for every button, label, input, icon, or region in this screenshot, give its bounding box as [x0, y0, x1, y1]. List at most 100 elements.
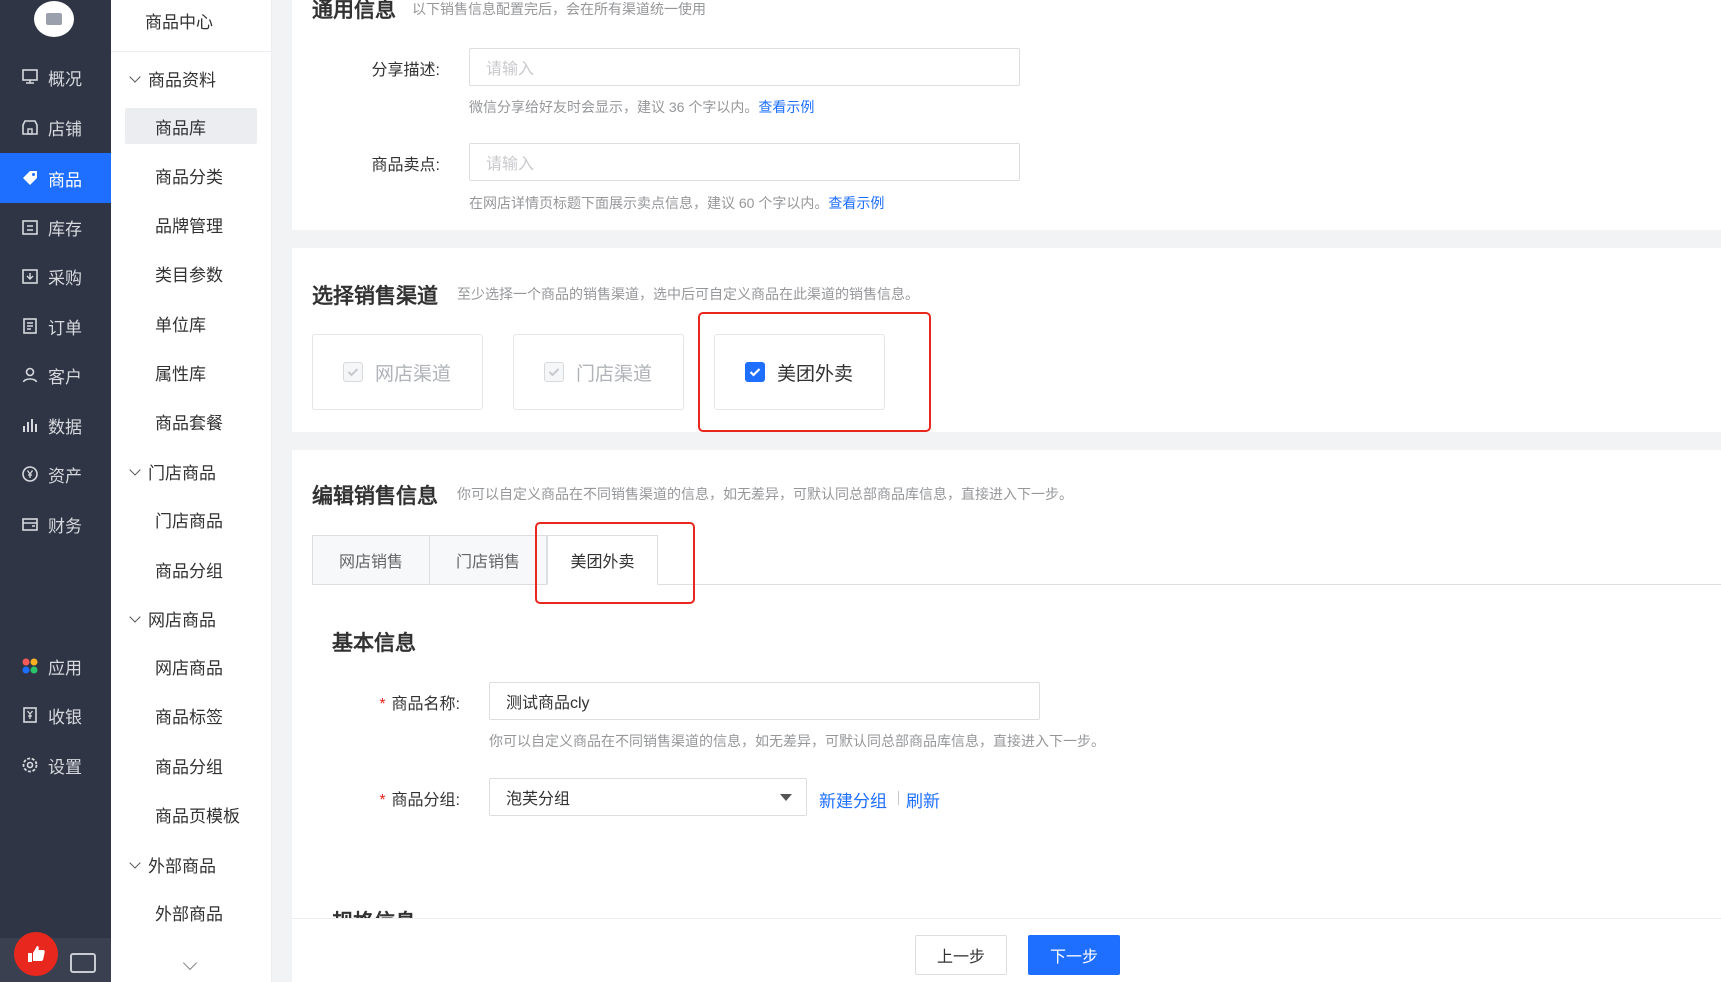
nav-item-label: 库存: [48, 219, 82, 239]
tag-icon: [20, 168, 40, 188]
dashboard-icon: [20, 67, 40, 87]
subnav-group-online-goods[interactable]: 网店商品: [127, 606, 216, 631]
nav-item-orders[interactable]: 订单: [0, 303, 111, 349]
nav-item-customers[interactable]: 客户: [0, 352, 111, 398]
section-title-channels: 选择销售渠道: [312, 285, 438, 308]
goods-name-hint: 你可以自定义商品在不同销售渠道的信息，如无差异，可默认同总部商品库信息，直接进入…: [489, 733, 1105, 749]
next-step-button[interactable]: 下一步: [1028, 935, 1120, 975]
wallet-icon: [20, 514, 40, 534]
nav-item-data[interactable]: 数据: [0, 402, 111, 448]
subnav-group-store-goods[interactable]: 门店商品: [127, 459, 216, 484]
nav-item-goods[interactable]: 商品: [0, 153, 111, 203]
chart-icon: [20, 415, 40, 435]
selling-point-input[interactable]: 请输入: [469, 143, 1020, 181]
nav-item-store[interactable]: 店铺: [0, 104, 111, 150]
basic-info-title: 基本信息: [332, 632, 416, 655]
nav-item-label: 概况: [48, 69, 82, 89]
highlight-box: [535, 522, 695, 604]
subnav-item-goods-category[interactable]: 商品分类: [125, 157, 257, 193]
nav-item-label: 订单: [48, 318, 82, 338]
nav-item-purchase[interactable]: 采购: [0, 253, 111, 299]
subnav-item-store-groups[interactable]: 商品分组: [125, 551, 257, 587]
refresh-link[interactable]: 刷新: [906, 787, 940, 812]
goods-name-label: * 商品名称:: [300, 690, 460, 714]
tab-divider: [312, 584, 1721, 585]
nav-item-label: 客户: [48, 367, 82, 387]
chevron-down-icon: [129, 856, 141, 869]
subnav-item-store-goods[interactable]: 门店商品: [125, 501, 257, 537]
subnav-title: 商品中心: [145, 13, 213, 32]
subnav-item-attributes[interactable]: 属性库: [125, 354, 257, 390]
prev-step-button[interactable]: 上一步: [915, 935, 1007, 975]
subnav-item-goods-library[interactable]: 商品库: [125, 108, 257, 144]
subnav-item-page-template[interactable]: 商品页模板: [125, 796, 257, 832]
gear-icon: [20, 755, 40, 775]
tab-store-sales[interactable]: 门店销售: [429, 535, 547, 585]
nav-item-label: 财务: [48, 516, 82, 536]
cashier-icon: [20, 705, 40, 725]
apps-icon: [20, 656, 40, 676]
view-example-link[interactable]: 查看示例: [828, 195, 884, 211]
view-example-link[interactable]: 查看示例: [758, 99, 814, 115]
label-text: 商品名称:: [391, 696, 460, 713]
chat-icon[interactable]: [70, 953, 96, 973]
nav-item-overview[interactable]: 概况: [0, 54, 111, 100]
goods-group-select[interactable]: 泡芙分组: [489, 778, 807, 816]
warehouse-icon: [20, 217, 40, 237]
yen-circle-icon: [20, 464, 40, 484]
thumbs-up-icon[interactable]: [14, 932, 58, 976]
subnav-group-label: 外部商品: [148, 857, 216, 876]
subnav-group-label: 网店商品: [148, 611, 216, 630]
general-info-card: 通用信息 以下销售信息配置完后，会在所有渠道统一使用 分享描述: 请输入 微信分…: [292, 0, 1721, 230]
section-title-edit: 编辑销售信息: [312, 485, 438, 508]
channel-online-store[interactable]: 网店渠道: [312, 334, 483, 410]
subnav-group-goods-data[interactable]: 商品资料: [127, 66, 216, 91]
nav-item-assets[interactable]: 资产: [0, 451, 111, 497]
store-logo[interactable]: [34, 1, 74, 37]
channel-label: 网店渠道: [375, 363, 452, 385]
tab-online-sales[interactable]: 网店销售: [312, 535, 430, 585]
secondary-nav: 商品中心 商品资料 商品库 商品分类 品牌管理 类目参数 单位库 属性库 商品套…: [111, 0, 272, 982]
channel-label: 门店渠道: [576, 363, 653, 385]
hint-text: 在网店详情页标题下面展示卖点信息，建议 60 个字以内。: [469, 195, 829, 211]
nav-item-label: 商品: [48, 170, 82, 190]
caret-down-icon: [780, 794, 792, 801]
subnav-item-goods-tags[interactable]: 商品标签: [125, 697, 257, 733]
subnav-item-units[interactable]: 单位库: [125, 305, 257, 341]
hint-text: 微信分享给好友时会显示，建议 36 个字以内。: [469, 99, 759, 115]
new-group-link[interactable]: 新建分组: [819, 787, 887, 812]
chevron-down-icon[interactable]: [182, 955, 198, 971]
checkbox-checked-icon: [544, 362, 564, 382]
spec-info-title: 规格信息: [332, 902, 416, 918]
sales-channel-card: [292, 248, 1721, 432]
goods-name-input[interactable]: 测试商品cly: [489, 682, 1040, 720]
subnav-group-external-goods[interactable]: 外部商品: [127, 852, 216, 877]
section-title-general: 通用信息: [312, 0, 396, 22]
nav-item-cashier[interactable]: 收银: [0, 692, 111, 738]
subnav-item-category-params[interactable]: 类目参数: [125, 255, 257, 291]
checkbox-checked-icon: [343, 362, 363, 382]
required-asterisk: *: [379, 792, 386, 809]
nav-item-label: 收银: [48, 707, 82, 727]
nav-item-apps[interactable]: 应用: [0, 643, 111, 689]
share-desc-label: 分享描述:: [371, 62, 440, 79]
subnav-item-external-goods[interactable]: 外部商品: [125, 894, 257, 930]
divider: [111, 51, 272, 52]
subnav-item-online-goods[interactable]: 网店商品: [125, 648, 257, 684]
subnav-item-bundles[interactable]: 商品套餐: [125, 403, 257, 439]
channel-physical-store[interactable]: 门店渠道: [513, 334, 684, 410]
share-desc-input[interactable]: 请输入: [469, 48, 1020, 86]
highlight-box: [698, 312, 931, 432]
share-desc-hint: 微信分享给好友时会显示，建议 36 个字以内。查看示例: [469, 97, 814, 117]
nav-item-finance[interactable]: 财务: [0, 501, 111, 547]
nav-item-inventory[interactable]: 库存: [0, 204, 111, 250]
nav-item-label: 资产: [48, 466, 82, 486]
subnav-item-brand[interactable]: 品牌管理: [125, 206, 257, 242]
nav-item-label: 采购: [48, 268, 82, 288]
nav-item-label: 设置: [48, 757, 82, 777]
required-asterisk: *: [379, 696, 386, 713]
section-desc-edit: 你可以自定义商品在不同销售渠道的信息，如无差异，可默认同总部商品库信息，直接进入…: [457, 486, 1073, 502]
nav-item-settings[interactable]: 设置: [0, 742, 111, 788]
subnav-item-online-groups[interactable]: 商品分组: [125, 747, 257, 783]
chevron-down-icon: [129, 463, 141, 476]
